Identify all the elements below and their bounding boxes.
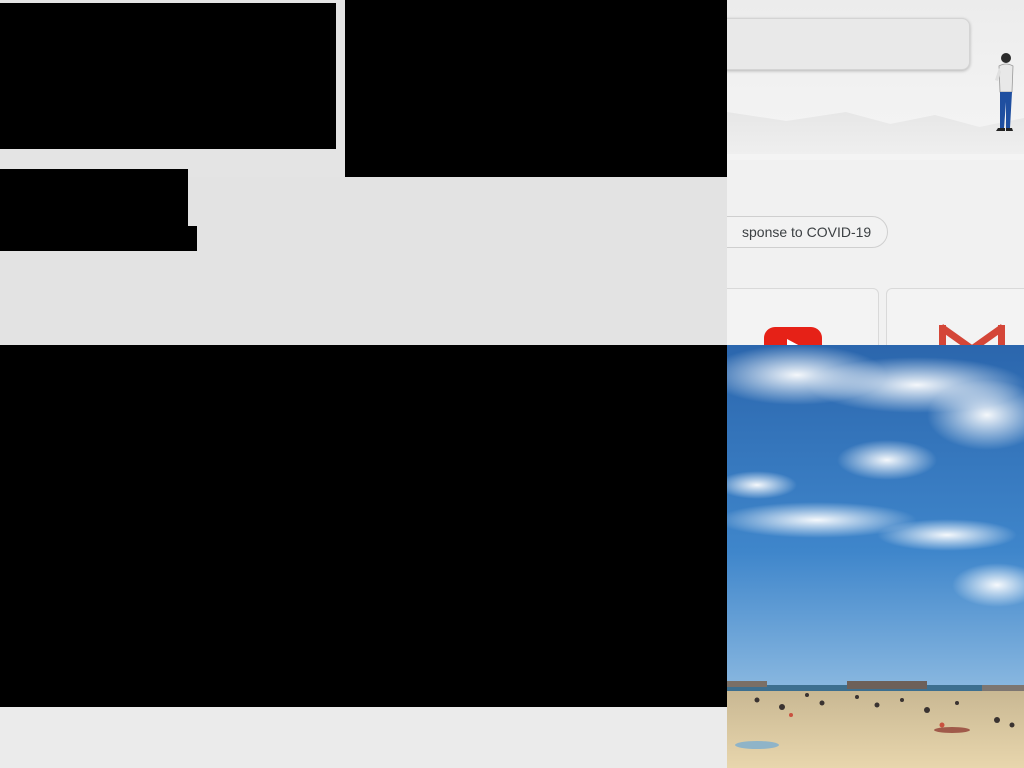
youtube-icon <box>764 327 822 345</box>
bottom-strip <box>0 707 727 768</box>
doodle-person-icon <box>995 53 1014 131</box>
beach-photo <box>727 345 1024 768</box>
search-input[interactable] <box>727 18 970 70</box>
covid-info-chip[interactable]: sponse to COVID-19 <box>727 216 889 248</box>
redacted-region <box>0 345 727 707</box>
shortcut-gmail[interactable] <box>886 288 1024 345</box>
gmail-icon <box>939 324 1005 345</box>
screen: sponse to COVID-19 <box>0 0 1024 768</box>
redacted-region <box>345 0 727 177</box>
redacted-region <box>0 226 197 251</box>
new-tab-page: sponse to COVID-19 <box>727 0 1024 345</box>
shortcut-youtube[interactable] <box>727 288 879 345</box>
covid-chip-label: sponse to COVID-19 <box>742 224 872 240</box>
redacted-region <box>0 3 336 149</box>
